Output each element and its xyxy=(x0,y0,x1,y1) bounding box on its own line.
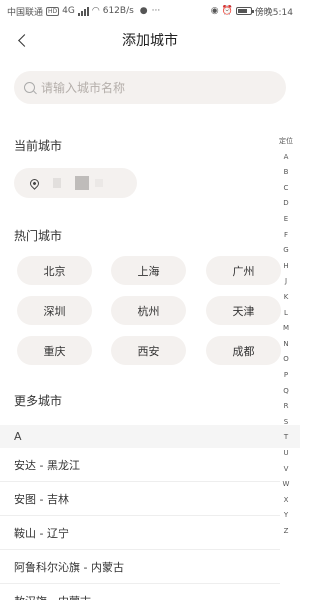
message-icon: ● xyxy=(139,6,148,16)
hot-city-button[interactable]: 天津 xyxy=(206,296,281,325)
status-left: 中国联通 HD 4G ◠ 612B/s xyxy=(7,5,134,18)
search-box[interactable] xyxy=(14,71,286,104)
obscured-text xyxy=(95,179,103,187)
index-item-letter[interactable]: M xyxy=(275,323,297,333)
index-item-locate[interactable]: 定位 xyxy=(275,136,297,146)
location-pin-icon xyxy=(28,176,41,190)
index-item-letter[interactable]: X xyxy=(275,495,297,505)
index-item-letter[interactable]: A xyxy=(275,152,297,162)
index-item-letter[interactable]: C xyxy=(275,183,297,193)
page-title: 添加城市 xyxy=(122,33,178,49)
network-speed: 612B/s xyxy=(102,6,134,16)
current-city-button[interactable] xyxy=(14,168,137,198)
network-type: 4G xyxy=(62,6,75,16)
index-item-letter[interactable]: Q xyxy=(275,386,297,396)
alarm-icon: ⏰ xyxy=(221,6,233,16)
clock-time: 傍晚5:14 xyxy=(254,7,293,18)
index-item-letter[interactable]: F xyxy=(275,230,297,240)
index-item-letter[interactable]: O xyxy=(275,354,297,364)
eye-icon: ◉ xyxy=(210,6,219,16)
status-right: ◉ ⏰ 傍晚5:14 xyxy=(211,5,293,18)
hot-cities-title: 热门城市 xyxy=(14,229,63,243)
index-item-letter[interactable]: Y xyxy=(275,510,297,520)
index-item-letter[interactable]: P xyxy=(275,370,297,380)
city-list-item[interactable]: 鞍山 - 辽宁 xyxy=(0,516,280,550)
chevron-left-icon xyxy=(17,33,31,47)
battery-fill xyxy=(237,9,247,13)
hot-city-button[interactable]: 上海 xyxy=(111,256,186,285)
hot-cities-grid: 北京 上海 广州 深圳 杭州 天津 重庆 西安 成都 xyxy=(17,256,282,366)
carrier-label: 中国联通 xyxy=(7,7,44,18)
search-icon xyxy=(24,82,35,93)
index-item-letter[interactable]: K xyxy=(275,292,297,302)
more-notifications-icon: ··· xyxy=(151,6,161,16)
index-item-letter[interactable]: D xyxy=(275,198,297,208)
index-item-letter[interactable]: H xyxy=(275,261,297,271)
top-bar: 添加城市 xyxy=(0,22,300,58)
index-item-letter[interactable]: S xyxy=(275,417,297,427)
more-cities-title: 更多城市 xyxy=(14,394,63,408)
index-item-letter[interactable]: E xyxy=(275,214,297,224)
index-item-letter[interactable]: U xyxy=(275,448,297,458)
letter-section-header: A xyxy=(0,425,300,448)
signal-icon xyxy=(77,6,89,16)
wifi-icon: ◠ xyxy=(91,6,100,16)
index-item-letter[interactable]: J xyxy=(275,276,297,286)
city-list-item[interactable]: 安达 - 黑龙江 xyxy=(0,448,280,482)
obscured-text xyxy=(53,178,61,188)
index-item-letter[interactable]: G xyxy=(275,245,297,255)
index-item-letter[interactable]: L xyxy=(275,308,297,318)
hot-city-button[interactable]: 西安 xyxy=(111,336,186,365)
index-item-letter[interactable]: Z xyxy=(275,526,297,536)
hd-badge: HD xyxy=(46,6,60,16)
index-item-letter[interactable]: V xyxy=(275,464,297,474)
search-input[interactable] xyxy=(41,80,261,95)
hot-city-button[interactable]: 成都 xyxy=(206,336,281,365)
city-list-item[interactable]: 阿鲁科尔沁旗 - 内蒙古 xyxy=(0,550,280,584)
city-list-item[interactable]: 敖汉旗 - 内蒙古 xyxy=(0,584,280,600)
index-item-letter[interactable]: T xyxy=(275,432,297,442)
battery-icon xyxy=(235,7,254,15)
index-item-letter[interactable]: N xyxy=(275,339,297,349)
index-item-letter[interactable]: R xyxy=(275,401,297,411)
index-item-letter[interactable]: B xyxy=(275,167,297,177)
index-item-letter[interactable]: W xyxy=(275,479,297,489)
hot-city-button[interactable]: 广州 xyxy=(206,256,281,285)
city-list-item[interactable]: 安图 - 吉林 xyxy=(0,482,280,516)
current-city-title: 当前城市 xyxy=(14,139,63,153)
hot-city-button[interactable]: 北京 xyxy=(17,256,92,285)
back-button[interactable] xyxy=(10,28,34,52)
obscured-text xyxy=(75,176,89,190)
hot-city-button[interactable]: 杭州 xyxy=(111,296,186,325)
status-notifications: ● ··· xyxy=(140,6,160,16)
hot-city-button[interactable]: 重庆 xyxy=(17,336,92,365)
hot-city-button[interactable]: 深圳 xyxy=(17,296,92,325)
status-bar: 中国联通 HD 4G ◠ 612B/s ● ··· ◉ ⏰ 傍晚5:14 xyxy=(0,0,300,22)
